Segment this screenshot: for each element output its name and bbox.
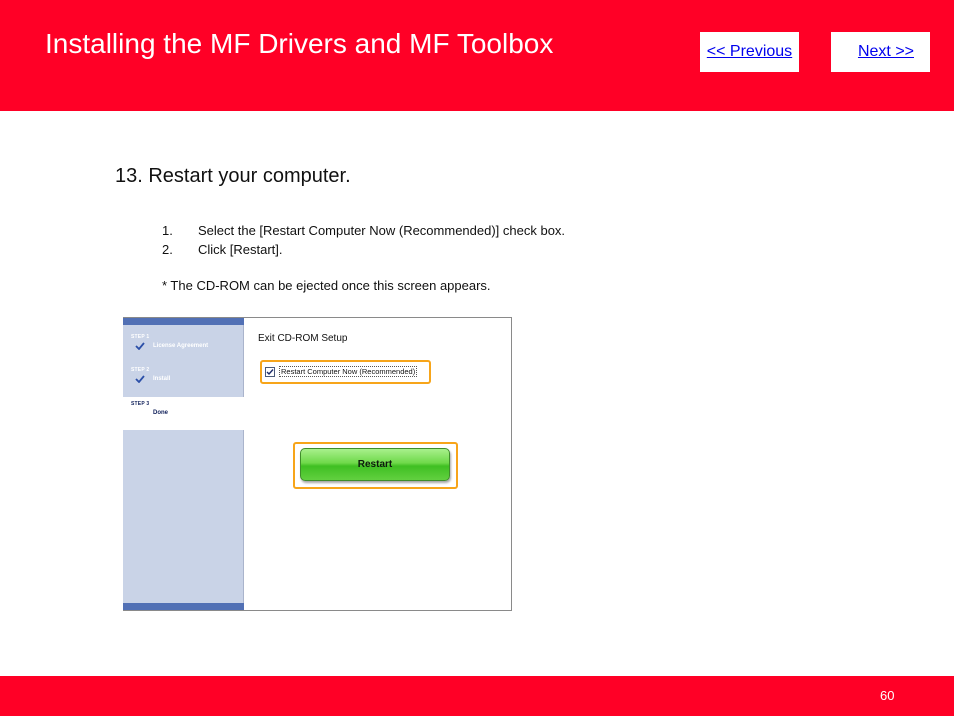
step-name: License Agreement [153, 343, 209, 349]
footer-bar [0, 676, 954, 716]
installer-step-1: STEP 1 License Agreement [123, 334, 244, 364]
instruction-item: 1. Select the [Restart Computer Now (Rec… [162, 221, 565, 240]
step-label: STEP 1 [131, 334, 150, 340]
previous-link[interactable]: << Previous [700, 32, 799, 72]
next-link[interactable]: Next >> [831, 32, 930, 72]
installer-step-sidebar: STEP 1 License Agreement STEP 2 Install … [123, 318, 244, 610]
step-heading: 13. Restart your computer. [115, 165, 351, 187]
step-label: STEP 2 [131, 367, 150, 373]
instruction-number: 2. [162, 242, 173, 257]
checkmark-icon [135, 342, 145, 350]
page-title: Installing the MF Drivers and MF Toolbox [45, 28, 554, 59]
instruction-text: Click [Restart]. [198, 242, 283, 257]
instruction-text: Select the [Restart Computer Now (Recomm… [198, 223, 566, 238]
sidebar-bottom-bar [123, 603, 244, 610]
slide-page: Installing the MF Drivers and MF Toolbox… [0, 0, 954, 716]
step-name: Done [153, 410, 168, 416]
restart-button[interactable]: Restart [300, 448, 450, 481]
checkmark-icon [135, 375, 145, 383]
checkbox-label[interactable]: Restart Computer Now (Recommended) [279, 366, 418, 377]
checkbox-box[interactable] [265, 366, 275, 377]
instruction-item: 2. Click [Restart]. [162, 240, 565, 259]
header-bar: Installing the MF Drivers and MF Toolbox… [0, 0, 954, 111]
instruction-list: 1. Select the [Restart Computer Now (Rec… [162, 221, 565, 259]
page-number: 60 [880, 688, 895, 703]
step-name: Install [153, 376, 171, 382]
installer-step-3: STEP 3 Done [123, 397, 244, 430]
step-label: STEP 3 [131, 401, 150, 407]
restart-now-checkbox[interactable]: Restart Computer Now (Recommended) [265, 366, 418, 377]
installer-title: Exit CD-ROM Setup [258, 333, 348, 344]
instruction-number: 1. [162, 223, 173, 238]
sidebar-top-bar [123, 318, 244, 325]
eject-note: * The CD-ROM can be ejected once this sc… [162, 278, 491, 293]
installer-step-2: STEP 2 Install [123, 367, 244, 397]
installer-window-screenshot: STEP 1 License Agreement STEP 2 Install … [123, 317, 512, 611]
checkbox-check-icon [266, 368, 274, 375]
